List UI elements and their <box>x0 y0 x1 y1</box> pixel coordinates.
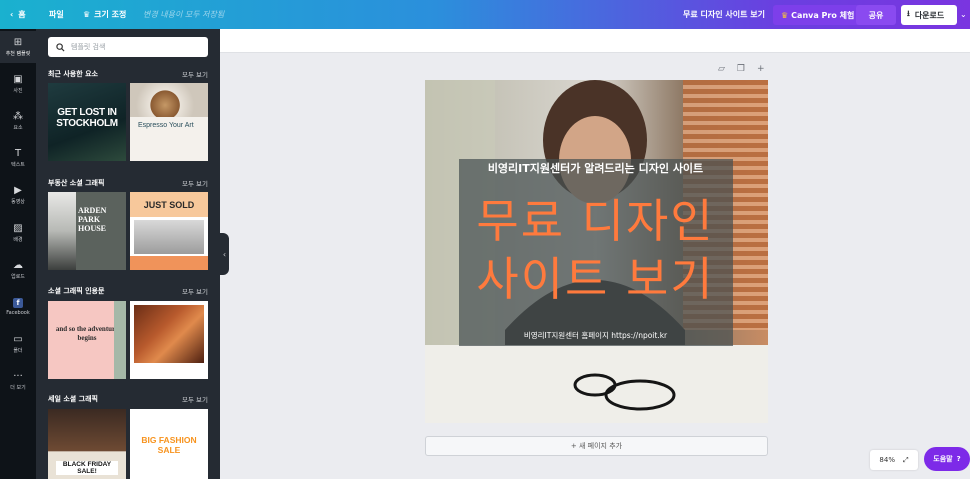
design-footer-text[interactable]: 비영리IT지원센터 홈페이지 https://npoit.kr <box>459 330 732 341</box>
resize-button[interactable]: ♛ 크기 조정 <box>83 0 126 29</box>
rail-item-folder[interactable]: ▭ 폴더 <box>0 328 36 360</box>
template-thumb-hair[interactable] <box>130 301 208 379</box>
folder-icon: ▭ <box>13 334 23 345</box>
zoom-level: 84% <box>879 456 895 464</box>
template-thumb-just-sold[interactable]: JUST SOLD <box>130 192 208 270</box>
section-title: 부동산 소셜 그래픽 <box>48 179 105 187</box>
section-header: 세일 소셜 그래픽 모두 보기 <box>48 394 208 404</box>
duplicate-page-icon[interactable]: ❐ <box>737 64 745 74</box>
file-menu-button[interactable]: 파일 <box>49 0 64 29</box>
chevron-down-icon[interactable]: ⌄ <box>960 0 967 29</box>
thumb-text: GET LOST IN STOCKHOLM <box>56 107 118 129</box>
template-thumb-quote[interactable]: and so the adventure begins <box>48 301 126 379</box>
rail-item-background[interactable]: ▨ 배경 <box>0 217 36 249</box>
more-icon: ··· <box>13 371 23 382</box>
download-icon: ⭳ <box>907 9 910 18</box>
fullscreen-icon[interactable]: ⤢ <box>903 456 909 465</box>
editor-toolbar <box>220 29 970 53</box>
design-headline[interactable]: 무료 디자인 사이트 보기 <box>459 192 732 308</box>
question-icon: ? <box>956 455 961 463</box>
home-button[interactable]: ‹ 홈 <box>10 0 26 29</box>
leaf-decoration <box>114 301 126 379</box>
search-icon <box>56 42 65 52</box>
section-title: 최근 사용한 요소 <box>48 70 98 78</box>
rail-item-facebook[interactable]: f Facebook <box>0 291 36 323</box>
see-all-link[interactable]: 모두 보기 <box>182 286 208 296</box>
see-all-link[interactable]: 모두 보기 <box>182 69 208 79</box>
template-thumb-big-fashion[interactable]: BIG FASHION SALE <box>130 409 208 479</box>
template-icon: ⊞ <box>13 37 23 48</box>
help-label: 도움말 <box>933 455 953 463</box>
notes-icon[interactable]: ▱ <box>718 64 725 74</box>
collapse-panel-button[interactable]: ‹ <box>220 233 229 275</box>
document-title[interactable]: 무료 디자인 사이트 보기 <box>683 0 765 29</box>
rail-item-templates[interactable]: ⊞ 추천 템플릿 <box>0 31 36 63</box>
house-image <box>48 192 76 270</box>
section-header: 최근 사용한 요소 모두 보기 <box>48 69 208 79</box>
background-icon: ▨ <box>13 223 23 234</box>
hair-image <box>134 305 204 363</box>
rail-item-photos[interactable]: ▣ 사진 <box>0 68 36 100</box>
thumb-text: BIG FASHION SALE <box>141 435 197 455</box>
share-button[interactable]: 공유 <box>856 5 896 25</box>
chevron-left-icon: ‹ <box>10 10 14 19</box>
add-page-button[interactable]: + 새 페이지 추가 <box>425 436 768 456</box>
design-subtitle[interactable]: 비영리IT지원센터가 알려드리는 디자인 사이트 <box>459 160 732 176</box>
template-thumb-black-friday[interactable]: BLACK FRIDAY SALE! <box>48 409 126 479</box>
add-page-icon[interactable]: + <box>757 64 765 74</box>
icon-rail: ⊞ 추천 템플릿 ▣ 사진 ⁂ 요소 T 텍스트 ▶ 동영상 ▨ 배경 ☁ 업로… <box>0 29 36 479</box>
photo-icon: ▣ <box>13 74 23 85</box>
rail-item-more[interactable]: ··· 더 보기 <box>0 365 36 397</box>
rail-item-text[interactable]: T 텍스트 <box>0 142 36 174</box>
footer-band <box>130 256 208 270</box>
save-status: 변경 내용이 모두 저장됨 <box>143 10 225 19</box>
template-panel: 최근 사용한 요소 모두 보기 GET LOST IN STOCKHOLM Es… <box>36 29 220 479</box>
coffee-image <box>130 83 208 117</box>
upload-icon: ☁ <box>13 260 23 271</box>
crown-icon: ♛ <box>83 10 91 19</box>
download-button[interactable]: ⭳ 다운로드 <box>901 5 957 25</box>
home-label: 홈 <box>18 10 26 19</box>
section-header: 소셜 그래픽 인용문 모두 보기 <box>48 286 208 296</box>
headline-line-1: 무료 디자인 <box>476 194 715 248</box>
section-title: 세일 소셜 그래픽 <box>48 395 98 403</box>
see-all-link[interactable]: 모두 보기 <box>182 394 208 404</box>
rail-item-elements[interactable]: ⁂ 요소 <box>0 105 36 137</box>
thumb-text: Espresso Your Art <box>138 122 194 129</box>
kitchen-image <box>134 220 204 254</box>
thumb-text: and so the adventure begins <box>55 325 119 342</box>
rail-item-upload[interactable]: ☁ 업로드 <box>0 254 36 286</box>
top-bar: ‹ 홈 파일 ♛ 크기 조정 변경 내용이 모두 저장됨 무료 디자인 사이트 … <box>0 0 970 29</box>
thumb-text: JUST SOLD <box>143 200 195 210</box>
crown-icon: ♛ <box>781 10 789 20</box>
section-title: 소셜 그래픽 인용문 <box>48 287 105 295</box>
zoom-control[interactable]: 84% ⤢ <box>870 450 918 470</box>
canva-pro-trial-button[interactable]: ♛ Canva Pro 체험 <box>773 5 863 25</box>
rail-item-video[interactable]: ▶ 동영상 <box>0 179 36 211</box>
headline-line-2: 사이트 보기 <box>476 252 715 306</box>
elements-icon: ⁂ <box>13 111 23 122</box>
help-button[interactable]: 도움말 ? <box>924 447 970 471</box>
page-tools: ▱ ❐ + <box>718 64 765 74</box>
resize-label: 크기 조정 <box>94 10 127 19</box>
template-thumb-stockholm[interactable]: GET LOST IN STOCKHOLM <box>48 83 126 161</box>
template-thumb-arden[interactable]: ARDEN PARK HOUSE <box>48 192 126 270</box>
pro-label: Canva Pro 체험 <box>791 10 855 20</box>
video-icon: ▶ <box>14 185 22 196</box>
template-thumb-espresso[interactable]: Espresso Your Art <box>130 83 208 161</box>
download-label: 다운로드 <box>914 10 945 20</box>
text-icon: T <box>14 148 22 159</box>
facebook-icon: f <box>13 298 23 308</box>
template-search[interactable] <box>48 37 208 57</box>
search-input[interactable] <box>71 43 201 51</box>
section-header: 부동산 소셜 그래픽 모두 보기 <box>48 178 208 188</box>
thumb-text: BLACK FRIDAY SALE! <box>56 461 118 475</box>
see-all-link[interactable]: 모두 보기 <box>182 178 208 188</box>
thumb-text: ARDEN PARK HOUSE <box>78 206 107 233</box>
